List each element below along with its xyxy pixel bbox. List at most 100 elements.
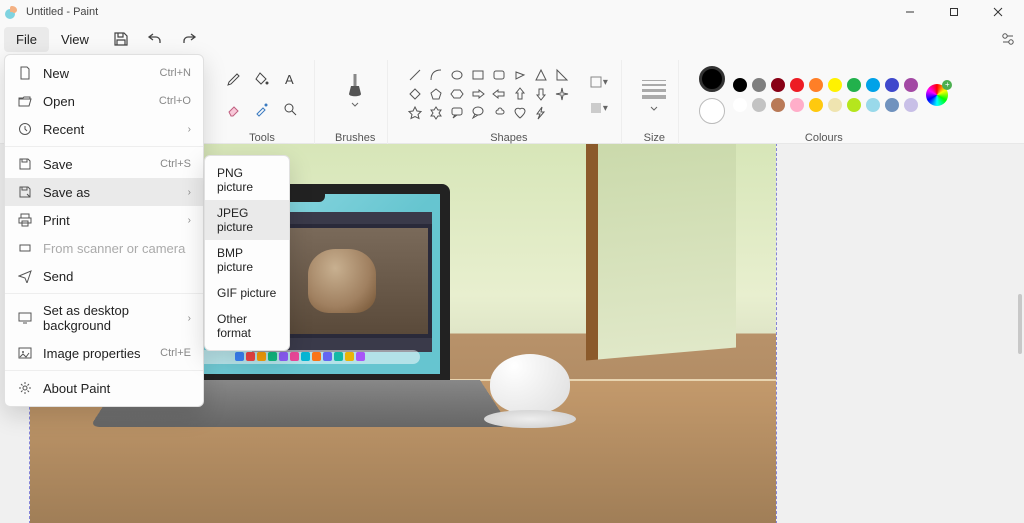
colour-swatch[interactable]	[885, 78, 899, 92]
saveas-png[interactable]: PNG picture	[205, 160, 289, 200]
star6-icon[interactable]	[429, 106, 443, 120]
colour-swatch[interactable]	[752, 78, 766, 92]
folder-open-icon	[17, 93, 33, 109]
menu-image-props[interactable]: Image properties Ctrl+E	[5, 339, 203, 367]
menu-send[interactable]: Send	[5, 262, 203, 290]
polygon-icon[interactable]	[513, 68, 527, 82]
colour-1[interactable]	[699, 66, 725, 92]
app-icon	[4, 4, 20, 20]
callout-cloud-icon[interactable]	[492, 106, 506, 120]
rect-icon[interactable]	[471, 68, 485, 82]
size-button[interactable]	[642, 80, 666, 111]
colours-label: Colours	[805, 132, 843, 144]
arrow-down-icon[interactable]	[534, 87, 548, 101]
colour-swatch[interactable]	[733, 98, 747, 112]
vertical-scrollbar[interactable]	[1018, 294, 1022, 354]
curve-icon[interactable]	[429, 68, 443, 82]
menu-file[interactable]: File	[4, 27, 49, 52]
brushes-label: Brushes	[335, 132, 375, 144]
colour-swatch[interactable]	[809, 98, 823, 112]
colour-swatch[interactable]	[847, 98, 861, 112]
diamond-icon[interactable]	[408, 87, 422, 101]
group-colours: Colours	[687, 60, 960, 144]
roundrect-icon[interactable]	[492, 68, 506, 82]
print-icon	[17, 212, 33, 228]
arrow-up-icon[interactable]	[513, 87, 527, 101]
saveas-jpeg[interactable]: JPEG picture	[205, 200, 289, 240]
heart-icon[interactable]	[513, 106, 527, 120]
colour-swatch[interactable]	[790, 78, 804, 92]
callout-oval-icon[interactable]	[471, 106, 485, 120]
saveas-bmp[interactable]: BMP picture	[205, 240, 289, 280]
new-file-icon	[17, 65, 33, 81]
colour-swatch[interactable]	[733, 78, 747, 92]
eraser-icon[interactable]	[222, 97, 246, 121]
chevron-right-icon: ›	[188, 187, 191, 198]
colour-swatch[interactable]	[771, 78, 785, 92]
settings-icon[interactable]	[996, 27, 1020, 51]
chevron-right-icon: ›	[188, 124, 191, 135]
group-brushes: Brushes	[323, 60, 388, 144]
saveas-gif[interactable]: GIF picture	[205, 280, 289, 306]
right-triangle-icon[interactable]	[555, 68, 569, 82]
colour-2[interactable]	[699, 98, 725, 124]
menu-desktop-bg[interactable]: Set as desktop background ›	[5, 297, 203, 339]
colour-swatch[interactable]	[828, 78, 842, 92]
menu-save-as[interactable]: Save as ›	[5, 178, 203, 206]
menu-view[interactable]: View	[49, 27, 101, 52]
chevron-right-icon: ›	[188, 313, 191, 324]
menu-scanner: From scanner or camera	[5, 234, 203, 262]
fill-icon[interactable]	[250, 67, 274, 91]
colour-swatch[interactable]	[866, 78, 880, 92]
menu-recent[interactable]: Recent ›	[5, 115, 203, 143]
line-icon[interactable]	[408, 68, 422, 82]
menu-print[interactable]: Print ›	[5, 206, 203, 234]
menu-save[interactable]: Save Ctrl+S	[5, 150, 203, 178]
menu-open[interactable]: Open Ctrl+O	[5, 87, 203, 115]
magnifier-icon[interactable]	[278, 97, 302, 121]
colour-swatch[interactable]	[828, 98, 842, 112]
chevron-down-icon	[650, 106, 658, 111]
scanner-icon	[17, 240, 33, 256]
colour-swatch[interactable]	[847, 78, 861, 92]
pentagon-icon[interactable]	[429, 87, 443, 101]
group-tools: A Tools	[210, 60, 315, 144]
menu-new[interactable]: New Ctrl+N	[5, 59, 203, 87]
maximize-button[interactable]	[932, 0, 976, 24]
shape-outline-button[interactable]: ▾	[587, 71, 609, 93]
minimize-button[interactable]	[888, 0, 932, 24]
star4-icon[interactable]	[555, 87, 569, 101]
save-as-icon	[17, 184, 33, 200]
colour-swatch[interactable]	[809, 78, 823, 92]
picker-icon[interactable]	[250, 97, 274, 121]
brush-button[interactable]	[340, 72, 370, 118]
redo-icon[interactable]	[179, 29, 199, 49]
undo-icon[interactable]	[145, 29, 165, 49]
triangle-icon[interactable]	[534, 68, 548, 82]
arrow-left-icon[interactable]	[492, 87, 506, 101]
colour-swatch[interactable]	[771, 98, 785, 112]
menu-about[interactable]: About Paint	[5, 374, 203, 402]
pencil-icon[interactable]	[222, 67, 246, 91]
lightning-icon[interactable]	[534, 106, 548, 120]
callout-rect-icon[interactable]	[450, 106, 464, 120]
edit-colours-button[interactable]	[926, 84, 948, 106]
text-icon[interactable]: A	[278, 67, 302, 91]
save-icon[interactable]	[111, 29, 131, 49]
send-icon	[17, 268, 33, 284]
colour-swatch[interactable]	[790, 98, 804, 112]
colour-swatch[interactable]	[904, 78, 918, 92]
colour-swatch[interactable]	[904, 98, 918, 112]
close-button[interactable]	[976, 0, 1020, 24]
colour-palette	[733, 78, 918, 112]
colour-swatch[interactable]	[866, 98, 880, 112]
colour-swatch[interactable]	[752, 98, 766, 112]
saveas-other[interactable]: Other format	[205, 306, 289, 346]
shape-fill-button[interactable]: ▾	[587, 97, 609, 119]
star5-icon[interactable]	[408, 106, 422, 120]
arrow-right-icon[interactable]	[471, 87, 485, 101]
oval-icon[interactable]	[450, 68, 464, 82]
hexagon-icon[interactable]	[450, 87, 464, 101]
shapes-gallery[interactable]	[408, 68, 573, 122]
colour-swatch[interactable]	[885, 98, 899, 112]
